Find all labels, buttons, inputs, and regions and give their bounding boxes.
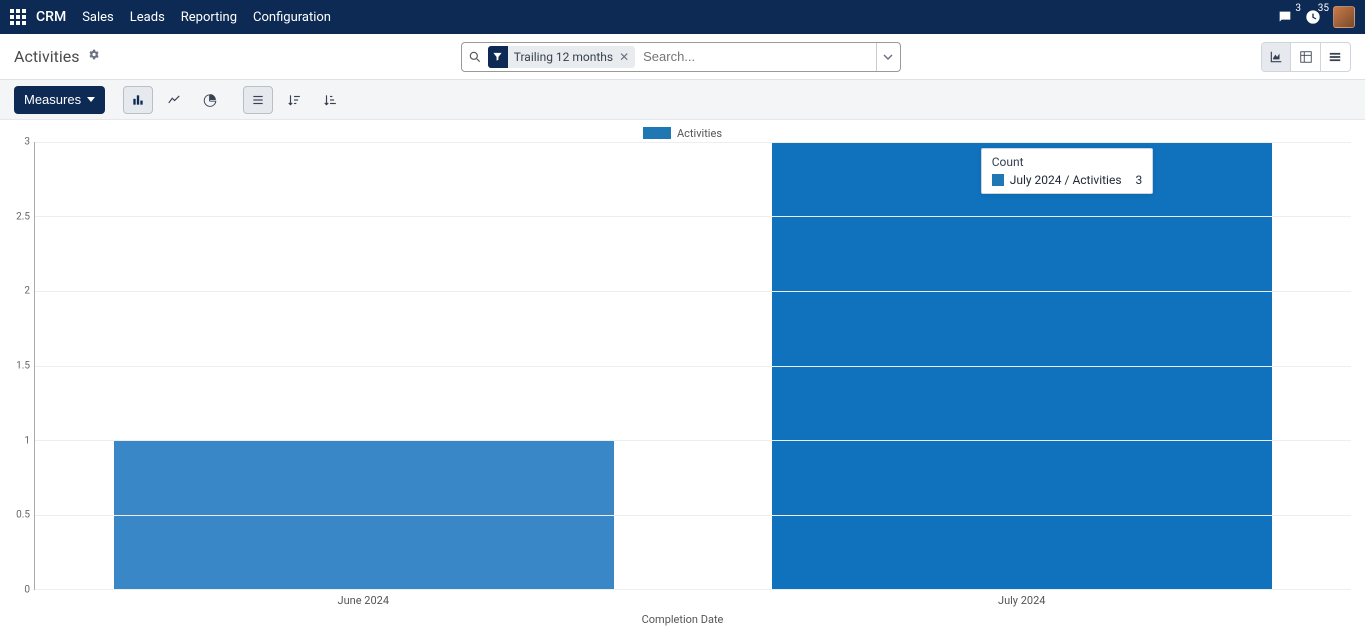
nav-item-configuration[interactable]: Configuration (253, 10, 331, 25)
graph-toolbar: Measures (0, 80, 1365, 120)
view-list-icon[interactable] (1321, 43, 1350, 71)
search-input[interactable] (641, 48, 876, 65)
nav-item-reporting[interactable]: Reporting (181, 10, 237, 25)
chart-area: Activities 00.511.522.53 June 2024July 2… (0, 120, 1365, 636)
clock-icon[interactable]: 35 (1305, 9, 1321, 25)
x-tick: July 2024 (693, 590, 1352, 612)
chart-pie-icon[interactable] (195, 86, 225, 114)
chart-line-icon[interactable] (159, 86, 189, 114)
top-nav: CRM Sales Leads Reporting Configuration … (0, 0, 1365, 34)
filter-icon (488, 46, 508, 68)
sort-desc-icon[interactable] (279, 86, 309, 114)
chart-tooltip: Count July 2024 / Activities 3 (981, 148, 1154, 194)
avatar[interactable] (1333, 6, 1355, 28)
legend-label: Activities (677, 127, 722, 140)
nav-brand[interactable]: CRM (36, 9, 66, 25)
search-dropdown-icon[interactable] (876, 43, 900, 71)
view-pivot-icon[interactable] (1291, 43, 1320, 71)
chart-legend: Activities (8, 124, 1357, 142)
chart-stacked-icon[interactable] (243, 86, 273, 114)
chat-icon[interactable]: 3 (1277, 9, 1293, 25)
filter-chip: Trailing 12 months ✕ (488, 46, 635, 68)
measures-button[interactable]: Measures (14, 86, 105, 114)
x-axis-title: Completion Date (8, 612, 1357, 628)
filter-remove-icon[interactable]: ✕ (617, 50, 631, 64)
gear-icon[interactable] (87, 48, 100, 65)
sort-asc-icon[interactable] (315, 86, 345, 114)
nav-item-leads[interactable]: Leads (130, 10, 165, 25)
tooltip-label: July 2024 / Activities (1010, 173, 1122, 187)
y-tick: 0.5 (16, 510, 30, 521)
tooltip-swatch (992, 174, 1004, 186)
filter-label: Trailing 12 months (514, 50, 613, 64)
caret-down-icon (87, 97, 95, 102)
control-row: Activities Trailing 12 months ✕ (0, 34, 1365, 80)
y-tick: 2.5 (16, 211, 30, 222)
legend-swatch (643, 127, 671, 139)
chat-badge: 3 (1295, 3, 1301, 14)
tooltip-title: Count (992, 155, 1143, 169)
y-tick: 1.5 (16, 361, 30, 372)
nav-item-sales[interactable]: Sales (82, 10, 114, 25)
y-tick: 1 (24, 435, 30, 446)
search-box: Trailing 12 months ✕ (461, 42, 901, 72)
y-axis: 00.511.522.53 (8, 142, 34, 590)
y-tick: 2 (24, 286, 30, 297)
y-tick: 3 (24, 137, 30, 148)
x-tick: June 2024 (34, 590, 693, 612)
x-axis-labels: June 2024July 2024 (34, 590, 1351, 612)
clock-badge: 35 (1318, 3, 1329, 14)
measures-label: Measures (24, 92, 81, 107)
view-switch (1261, 42, 1351, 72)
apps-icon[interactable] (10, 9, 26, 25)
tooltip-value: 3 (1136, 173, 1143, 187)
view-graph-icon[interactable] (1262, 43, 1291, 71)
search-icon[interactable] (462, 50, 488, 64)
chart-bar-icon[interactable] (123, 86, 153, 114)
plot (34, 142, 1351, 590)
page-title: Activities (14, 47, 79, 66)
y-tick: 0 (24, 585, 30, 596)
